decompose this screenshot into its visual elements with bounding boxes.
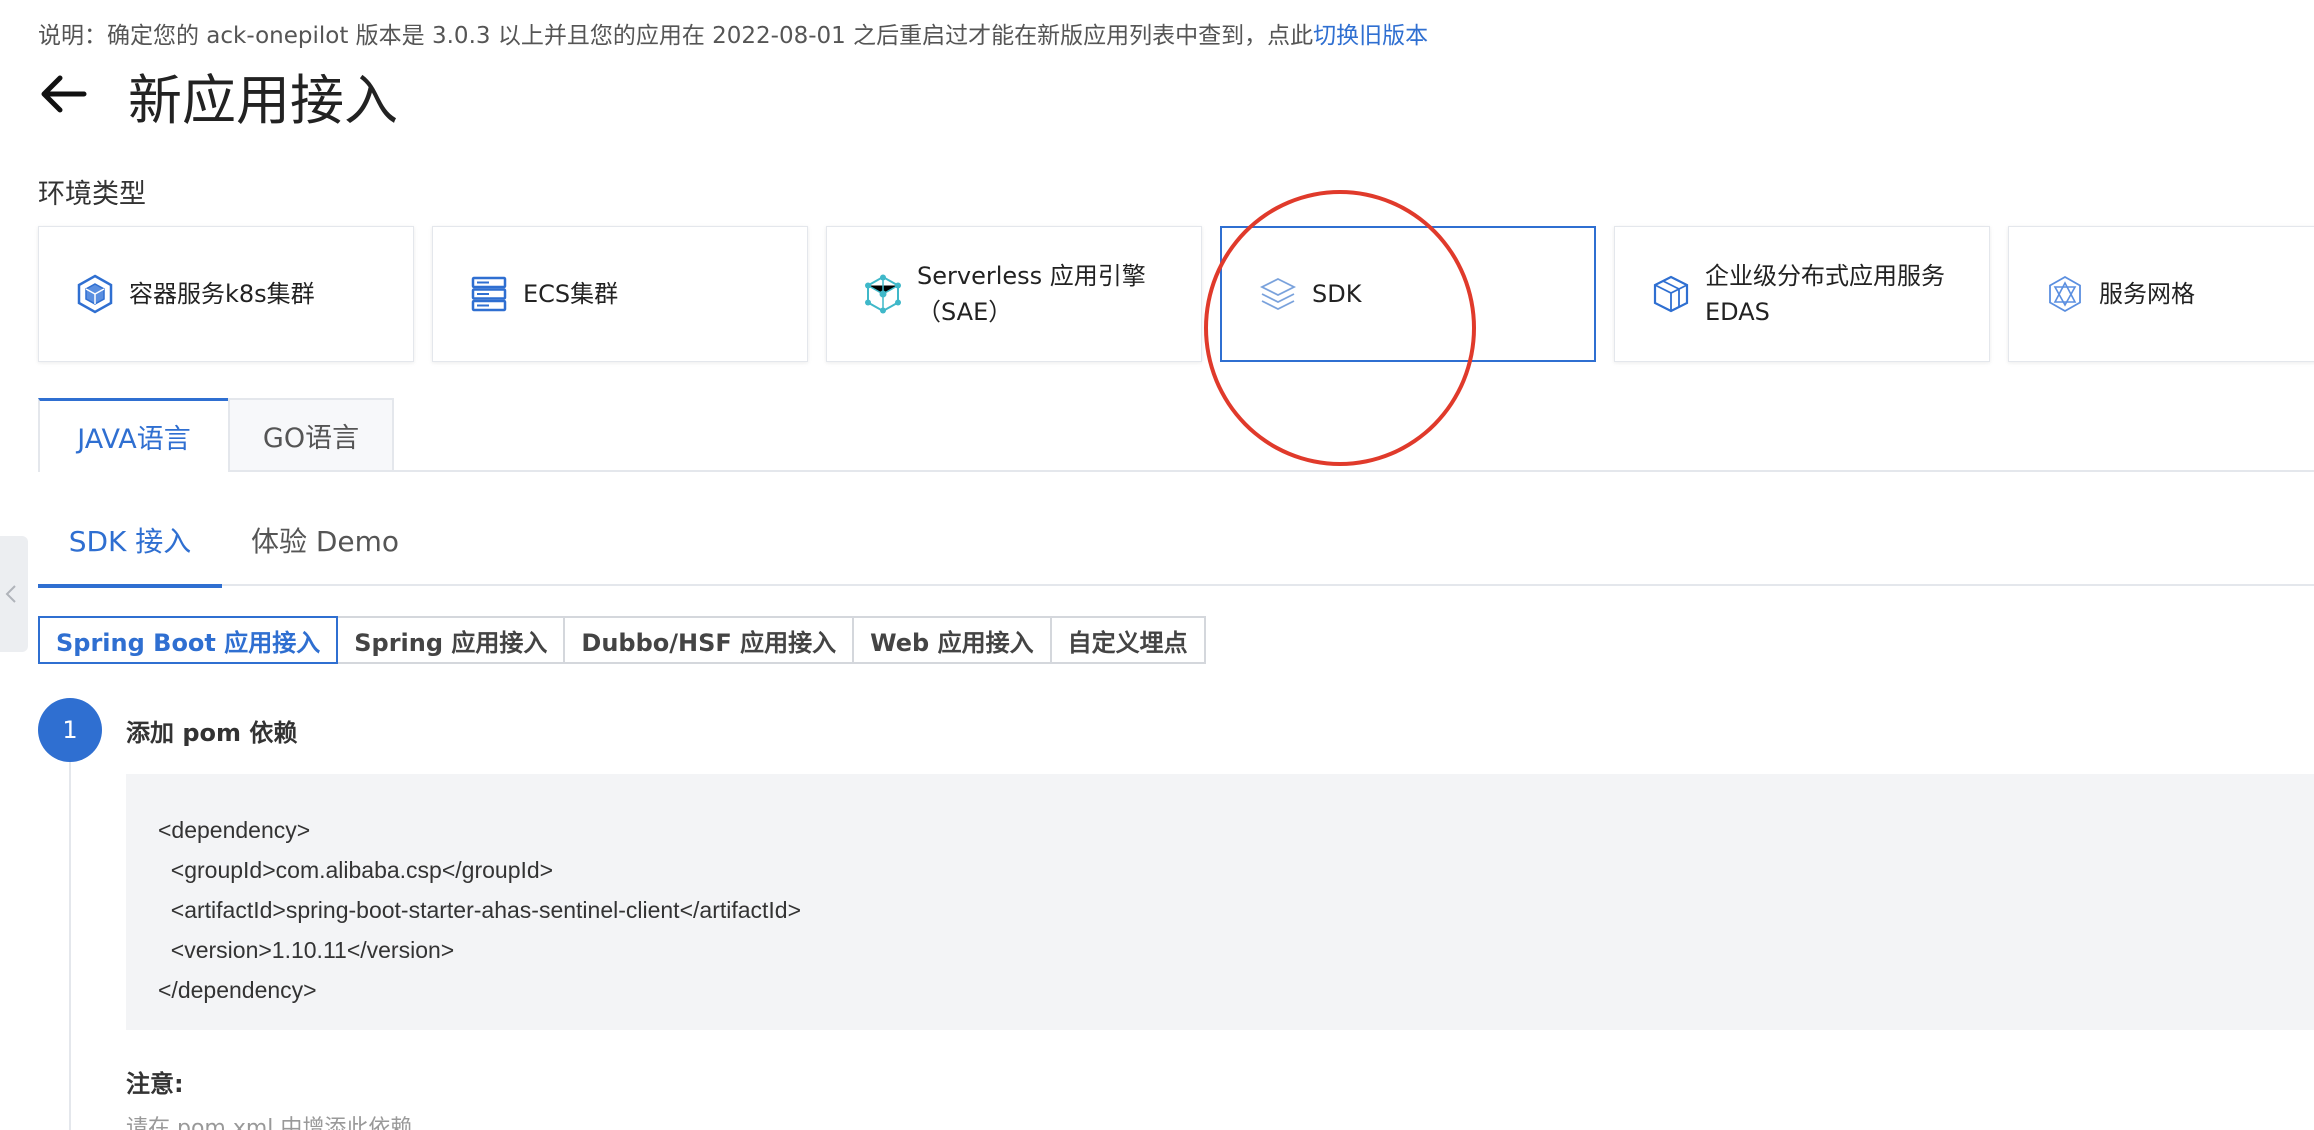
segment-dubbo-hsf[interactable]: Dubbo/HSF 应用接入 <box>563 616 855 664</box>
env-type-cards: 容器服务k8s集群 ECS集群 Serverless 应用引擎 （SAE） SD… <box>38 226 2314 364</box>
segment-custom-tracking[interactable]: 自定义埋点 <box>1049 616 1206 664</box>
env-card-sae[interactable]: Serverless 应用引擎 （SAE） <box>826 226 1202 362</box>
env-card-label: 企业级分布式应用服务 EDAS <box>1705 262 1945 326</box>
step-connector-line <box>69 762 71 1130</box>
segment-spring[interactable]: Spring 应用接入 <box>336 616 566 664</box>
tab-go[interactable]: GO语言 <box>228 398 394 470</box>
tab-demo[interactable]: 体验 Demo <box>244 520 406 584</box>
segment-spring-boot[interactable]: Spring Boot 应用接入 <box>38 616 339 664</box>
tab-sdk-access[interactable]: SDK 接入 <box>38 520 222 588</box>
env-card-service-mesh[interactable]: 服务网格 <box>2008 226 2314 362</box>
code-block: <dependency> <groupId>com.alibaba.csp</g… <box>126 774 2314 1030</box>
env-card-label: 容器服务k8s集群 <box>129 280 315 308</box>
arrow-left-icon <box>41 75 87 113</box>
note-text: 请在 pom.xml 中增添此依赖 <box>126 1116 413 1130</box>
env-card-sdk[interactable]: SDK <box>1220 226 1596 362</box>
sdk-layers-icon <box>1259 277 1297 311</box>
switch-old-version-link[interactable]: 切换旧版本 <box>1313 23 1428 49</box>
code-line: </dependency> <box>158 977 317 1003</box>
env-card-ecs[interactable]: ECS集群 <box>432 226 808 362</box>
edas-box-icon <box>1653 275 1689 313</box>
env-card-edas[interactable]: 企业级分布式应用服务 EDAS <box>1614 226 1990 362</box>
segment-web[interactable]: Web 应用接入 <box>852 616 1052 664</box>
step-title: 添加 pom 依赖 <box>126 719 298 747</box>
env-card-label: ECS集群 <box>523 280 619 308</box>
env-card-k8s[interactable]: 容器服务k8s集群 <box>38 226 414 362</box>
tab-java[interactable]: JAVA语言 <box>38 398 230 472</box>
env-type-label: 环境类型 <box>38 179 146 210</box>
code-line: <version>1.10.11</version> <box>158 937 455 963</box>
framework-segment-group: Spring Boot 应用接入 Spring 应用接入 Dubbo/HSF 应… <box>38 616 1206 664</box>
chevron-left-icon <box>5 585 16 603</box>
code-line: <artifactId>spring-boot-starter-ahas-sen… <box>158 897 802 923</box>
k8s-cube-icon <box>77 274 113 314</box>
code-line: <groupId>com.alibaba.csp</groupId> <box>158 857 554 883</box>
back-button[interactable] <box>36 68 88 120</box>
code-line: <dependency> <box>158 817 311 843</box>
env-card-label: SDK <box>1312 280 1362 308</box>
mesh-hexagon-icon <box>2049 275 2081 313</box>
page-title: 新应用接入 <box>128 69 398 132</box>
serverless-node-icon <box>865 274 901 314</box>
notice-text: 说明：确定您的 ack-onepilot 版本是 3.0.3 以上并且您的应用在… <box>38 16 1428 50</box>
sidebar-collapse-handle[interactable] <box>0 536 28 652</box>
env-card-label: Serverless 应用引擎 （SAE） <box>917 262 1146 326</box>
note-title: 注意: <box>126 1070 184 1098</box>
step-number-badge: 1 <box>38 698 102 762</box>
server-rack-icon <box>471 276 507 312</box>
language-tabs: JAVA语言 GO语言 <box>38 398 2314 472</box>
env-card-label: 服务网格 <box>2099 280 2195 308</box>
notice-message: 说明：确定您的 ack-onepilot 版本是 3.0.3 以上并且您的应用在… <box>38 23 1314 49</box>
access-sub-tabs: SDK 接入 体验 Demo <box>38 520 2314 588</box>
